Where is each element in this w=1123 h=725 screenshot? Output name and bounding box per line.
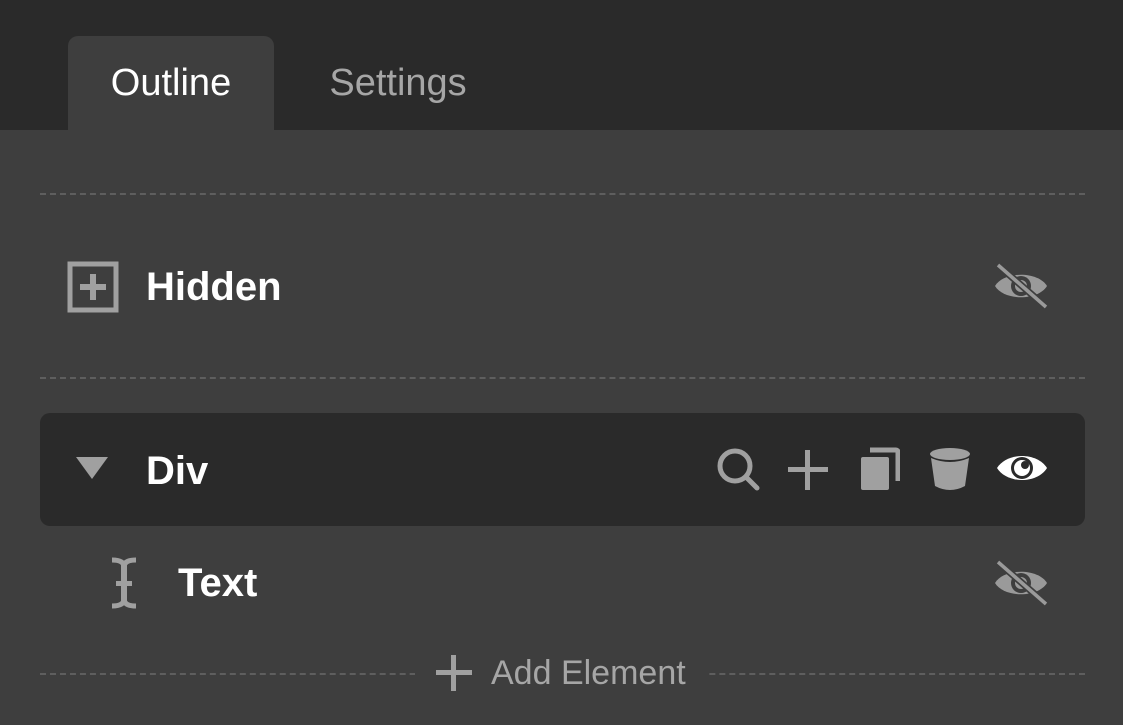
outline-item-text[interactable]: Text: [40, 530, 1085, 633]
outline-item-label: Div: [146, 449, 209, 493]
outline-panel: Hidden Div Text Add Element: [0, 130, 1123, 725]
plus-icon: [436, 655, 472, 691]
collapse-triangle-icon[interactable]: [75, 456, 109, 480]
eye-off-icon[interactable]: [992, 558, 1050, 608]
tab-settings[interactable]: Settings: [300, 36, 496, 130]
outline-item-hidden[interactable]: Hidden: [40, 230, 1085, 342]
text-cursor-icon[interactable]: [108, 557, 140, 609]
divider: [40, 193, 1085, 195]
plus-icon[interactable]: [786, 448, 830, 492]
trash-icon[interactable]: [927, 446, 973, 492]
tab-bar: Outline Settings: [0, 0, 1123, 130]
outline-panel-app: Outline Settings Hidden Div Text Add Ele…: [0, 0, 1123, 725]
outline-item-label: Text: [178, 561, 258, 605]
outline-item-div[interactable]: Div: [40, 413, 1085, 526]
search-icon[interactable]: [715, 446, 763, 494]
divider: [40, 377, 1085, 379]
add-element-button[interactable]: Add Element: [415, 648, 709, 698]
eye-off-icon[interactable]: [992, 261, 1050, 311]
expand-box-icon[interactable]: [67, 261, 119, 313]
outline-item-label: Hidden: [146, 265, 282, 309]
tab-outline[interactable]: Outline: [68, 36, 274, 130]
eye-icon[interactable]: [995, 446, 1049, 490]
copy-icon[interactable]: [860, 447, 900, 491]
add-element-label: Add Element: [491, 653, 686, 692]
